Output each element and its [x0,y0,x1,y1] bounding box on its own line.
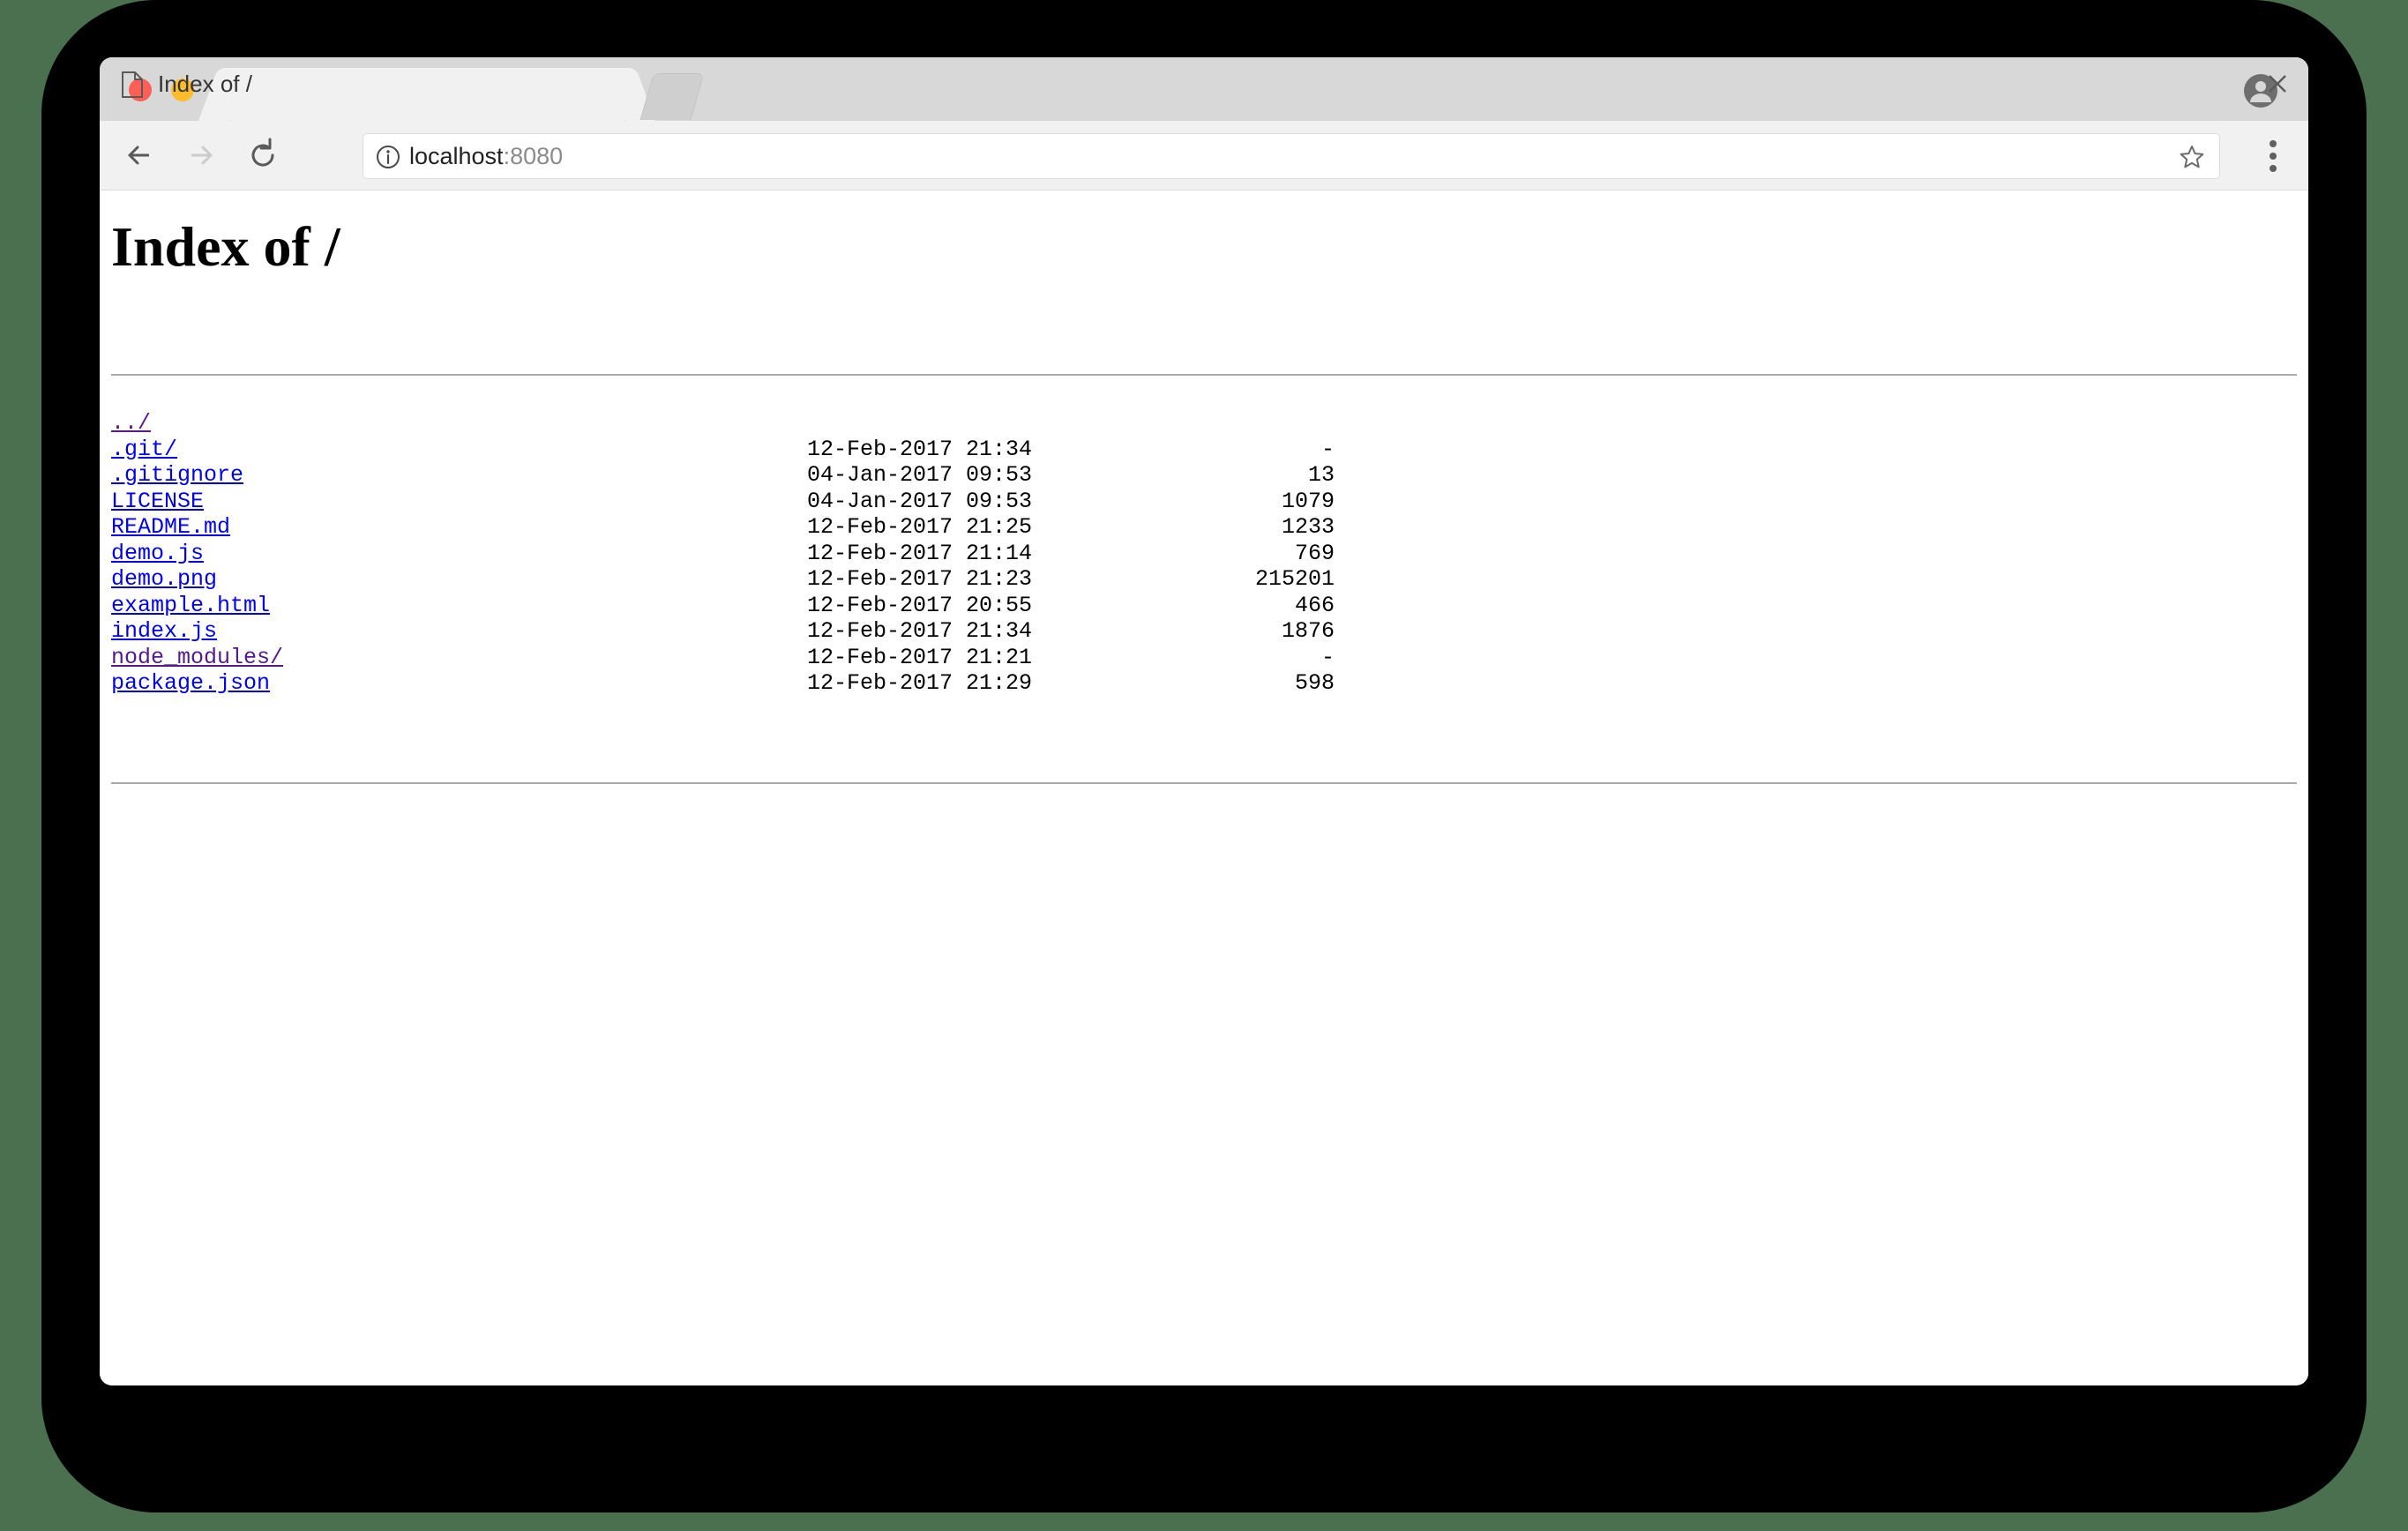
menu-dot [2270,140,2277,147]
divider-top [111,374,2297,376]
file-size: - [1320,436,1335,462]
directory-listing: ../.git/12-Feb-2017 21:34 - .gitignore 04-J… [111,410,1335,697]
menu-dot [2270,153,2277,160]
file-modified-date: 12-Feb-2017 20:55 [807,592,1033,618]
file-size: 769 [1294,540,1335,566]
file-row: .git/12-Feb-2017 21:34 - [111,437,1335,463]
file-size: 1233 [1281,514,1335,540]
address-bar[interactable]: localhost:8080 [363,133,2220,179]
tab-strip: Index of / [100,57,2308,121]
info-circle-icon[interactable] [376,145,400,174]
file-link[interactable]: .git/ [111,437,177,462]
page-content: Index of / ../.git/12-Feb-2017 21:34- .gi… [100,190,2308,1385]
file-row: package.json 12-Feb-2017 21:29 598 [111,670,1335,697]
file-row: demo.png 12-Feb-2017 21:23 215201 [111,566,1335,593]
close-icon[interactable] [2266,72,2289,95]
star-outline-icon[interactable] [2179,144,2205,175]
file-row: index.js 12-Feb-2017 21:34 1876 [111,618,1335,645]
back-button[interactable] [119,135,160,176]
file-modified-date: 12-Feb-2017 21:23 [807,566,1033,592]
file-row: demo.js 12-Feb-2017 21:14 769 [111,541,1335,567]
background-tab[interactable] [639,73,705,120]
file-link[interactable]: ../ [111,410,151,436]
url-text: localhost:8080 [409,140,563,172]
file-link[interactable]: demo.png [111,566,217,592]
file-row: node_modules/12-Feb-2017 21:21 - [111,645,1335,671]
document-icon [121,71,144,102]
browser-window: Index of / localhost:8080 Index of / ../… [100,57,2308,1385]
forward-button [181,135,221,176]
file-size: 1079 [1281,488,1335,514]
page-title: Index of / [111,215,340,278]
divider-bottom [111,782,2297,784]
file-row: example.html 12-Feb-2017 20:55 466 [111,593,1335,619]
file-link[interactable]: .gitignore [111,462,243,488]
file-size: 466 [1294,592,1335,618]
file-modified-date: 12-Feb-2017 21:34 [807,436,1033,462]
file-modified-date: 12-Feb-2017 21:21 [807,644,1033,670]
file-link[interactable]: demo.js [111,541,204,566]
file-modified-date: 04-Jan-2017 09:53 [807,462,1033,488]
file-modified-date: 12-Feb-2017 21:14 [807,540,1033,566]
file-link[interactable]: index.js [111,618,217,644]
browser-tab-index-of[interactable] [229,68,624,121]
url-port: :8080 [503,143,564,169]
file-size: 1876 [1281,618,1335,644]
file-modified-date: 04-Jan-2017 09:53 [807,488,1033,514]
file-row: README.md 12-Feb-2017 21:25 1233 [111,514,1335,541]
file-link[interactable]: example.html [111,593,270,618]
browser-toolbar: localhost:8080 [100,121,2308,190]
file-size: 598 [1294,670,1335,696]
file-row: .gitignore 04-Jan-2017 09:53 13 [111,462,1335,489]
file-row: ../ [111,410,283,437]
file-size: 215201 [1254,566,1335,592]
file-size: - [1320,644,1335,670]
file-link[interactable]: LICENSE [111,489,204,514]
three-dots-vertical-icon[interactable] [2270,140,2278,172]
url-host: localhost [409,143,504,169]
file-size: 13 [1307,462,1335,488]
file-link[interactable]: package.json [111,670,270,696]
file-modified-date: 12-Feb-2017 21:29 [807,670,1033,696]
browser-tab-title: Index of / [158,71,252,97]
reload-icon[interactable] [243,135,283,176]
file-modified-date: 12-Feb-2017 21:34 [807,618,1033,644]
file-link[interactable]: node_modules/ [111,645,283,670]
menu-dot [2270,165,2277,172]
file-modified-date: 12-Feb-2017 21:25 [807,514,1033,540]
file-row: LICENSE 04-Jan-2017 09:53 1079 [111,489,1335,515]
file-link[interactable]: README.md [111,514,230,540]
